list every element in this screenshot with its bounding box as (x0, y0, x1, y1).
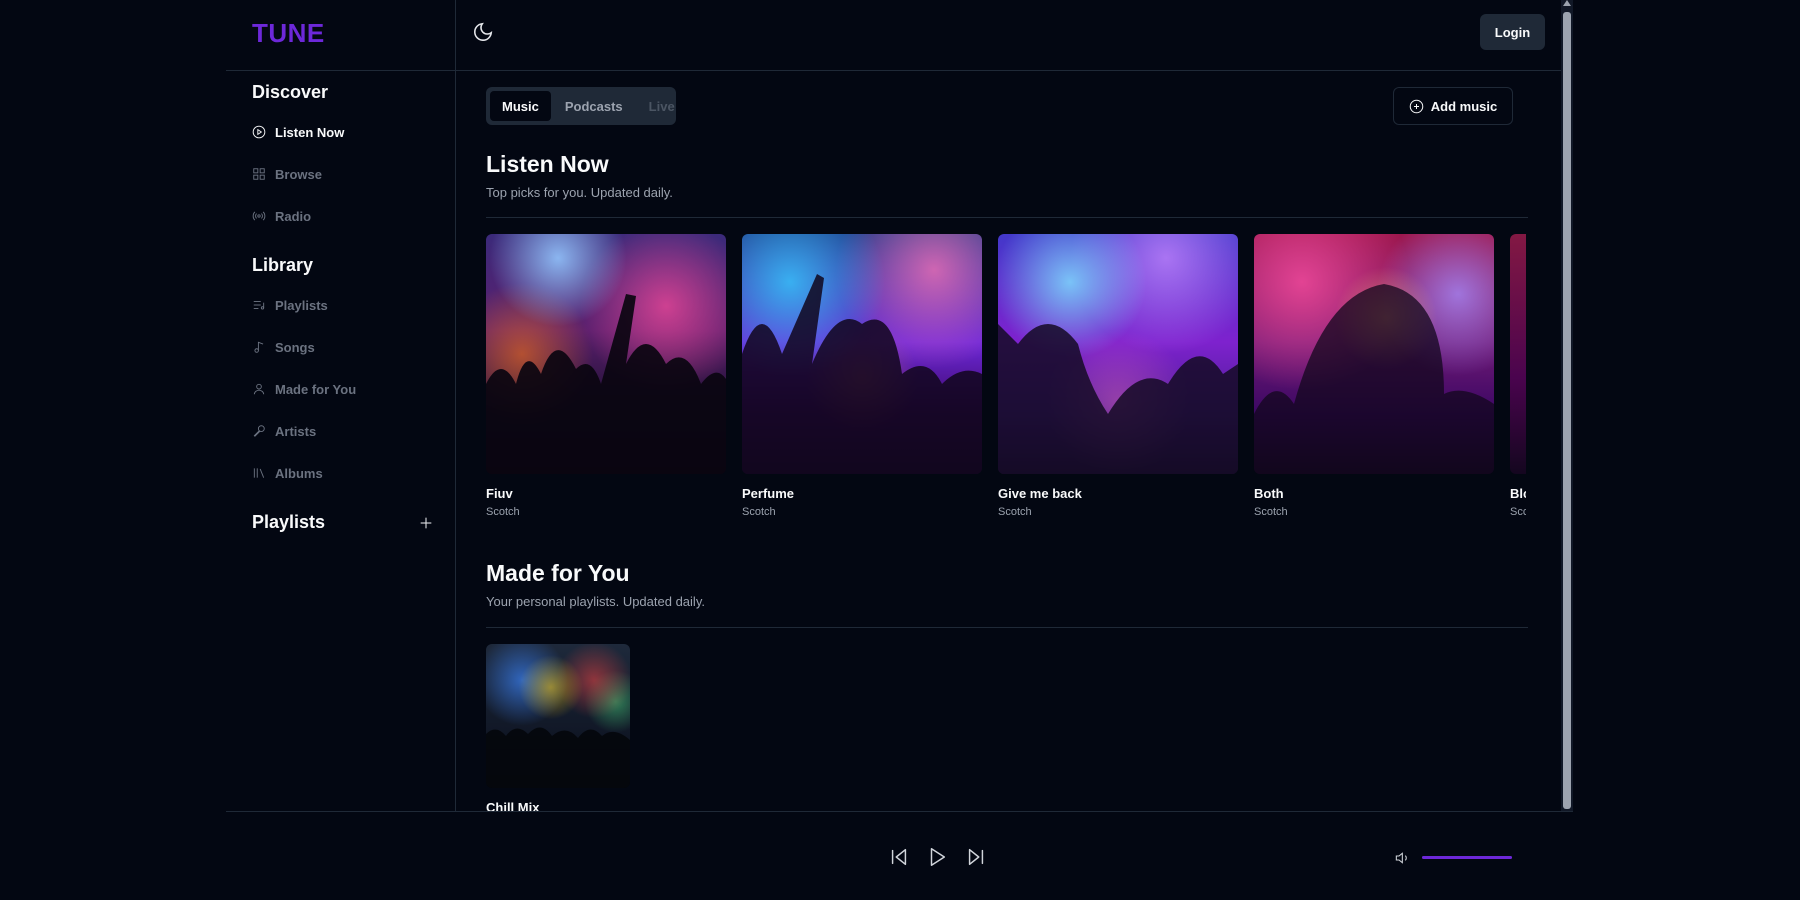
volume-slider-fill (1422, 856, 1512, 859)
album-title: Fiuv (486, 486, 513, 501)
crowd-silhouette (742, 274, 982, 474)
section-heading-listen-now: Listen Now (486, 151, 609, 177)
playlist-card[interactable]: Chill Mix (486, 644, 630, 811)
album-card[interactable]: Give me back Scotch (998, 234, 1238, 518)
section-title-library: Library (252, 255, 314, 275)
album-cover (1254, 234, 1494, 474)
album-title: Blc (1510, 486, 1526, 501)
divider (486, 217, 1528, 218)
crowd-silhouette (1254, 284, 1494, 474)
section-subtitle-made-for-you: Your personal playlists. Updated daily. (486, 594, 705, 609)
album-artist: Scc (1510, 506, 1526, 518)
add-music-label: Add music (1430, 98, 1498, 114)
library-icon (253, 468, 265, 478)
radio-icon (252, 211, 266, 221)
sidebar-item-label: Albums (275, 465, 323, 481)
album-cover (486, 234, 726, 474)
scroll-up-icon[interactable] (1563, 0, 1571, 6)
album-card[interactable]: Fiuv Scotch (486, 234, 726, 518)
volume-icon-glyph (1395, 852, 1407, 864)
user-icon (253, 383, 265, 395)
album-artist: Scotch (998, 506, 1032, 518)
sidebar-item-label: Radio (275, 208, 312, 224)
album-card[interactable]: Both Scotch (1254, 234, 1494, 518)
crowd-silhouette (998, 324, 1238, 474)
sidebar-item-label: Made for You (275, 381, 357, 397)
tab-live: Live (648, 98, 675, 114)
crowd-silhouette (486, 294, 726, 474)
add-playlist-button[interactable] (416, 513, 436, 533)
sidebar-item-label: Artists (275, 423, 317, 439)
album-title: Both (1254, 486, 1284, 501)
sidebar-item-songs[interactable]: Songs (252, 336, 315, 358)
sidebar-item-label: Browse (275, 166, 322, 182)
app-logo[interactable]: TUNE (252, 18, 325, 49)
play-button[interactable] (926, 846, 948, 868)
skip-forward-icon (968, 848, 984, 866)
plus-circle-icon (1409, 99, 1424, 113)
scrollbar-thumb[interactable] (1563, 12, 1571, 809)
album-cover (1510, 234, 1526, 474)
tab-podcasts[interactable]: Podcasts (553, 91, 635, 121)
section-subtitle-listen-now: Top picks for you. Updated daily. (486, 185, 673, 200)
album-title: Perfume (742, 486, 795, 501)
tab-music[interactable]: Music (490, 91, 551, 121)
skip-forward-button[interactable] (965, 846, 987, 868)
skip-back-button[interactable] (888, 846, 910, 868)
theme-toggle-button[interactable] (472, 21, 494, 43)
plus-icon (420, 517, 432, 529)
list-music-icon (253, 301, 265, 310)
sidebar-item-playlists[interactable]: Playlists (252, 294, 328, 316)
album-artist: Scotch (742, 506, 776, 518)
top-bar: Login (456, 0, 1573, 71)
album-cover (742, 234, 982, 474)
divider (226, 70, 456, 71)
play-circle-icon (252, 125, 266, 139)
crowd-silhouette (486, 727, 630, 788)
sidebar-item-albums[interactable]: Albums (252, 462, 323, 484)
playlist-cover (486, 644, 630, 788)
section-title-playlists: Playlists (252, 512, 326, 532)
album-artist: Scotch (486, 506, 520, 518)
microphone-icon (253, 425, 265, 437)
album-card[interactable]: Perfume Scotch (742, 234, 982, 518)
divider (226, 811, 1573, 812)
volume-slider[interactable] (1422, 856, 1512, 859)
music-note-icon (254, 341, 264, 353)
volume-icon[interactable] (1395, 850, 1411, 866)
sidebar-item-artists[interactable]: Artists (252, 420, 316, 442)
skip-back-icon (891, 848, 907, 866)
album-title: Give me back (998, 486, 1082, 501)
section-heading-made-for-you: Made for You (486, 560, 630, 586)
sidebar-item-label: Listen Now (275, 124, 345, 140)
sidebar-item-label: Songs (275, 339, 315, 355)
playlist-title: Chill Mix (486, 800, 540, 811)
album-card[interactable]: Blc Scc (1510, 234, 1526, 518)
album-cover (998, 234, 1238, 474)
album-artist: Scotch (1254, 506, 1288, 518)
main-content: Music Podcasts Live Add music Listen Now… (456, 71, 1561, 811)
app-window: TUNE Discover Listen Now Browse Radio Li… (226, 0, 1573, 811)
login-button[interactable]: Login (1480, 14, 1545, 50)
play-icon (930, 848, 946, 866)
sidebar-item-radio[interactable]: Radio (252, 205, 311, 227)
section-title-discover: Discover (252, 82, 329, 102)
sidebar-item-made-for-you[interactable]: Made for You (252, 378, 356, 400)
grid-icon (253, 168, 265, 180)
sidebar-item-label: Playlists (275, 297, 328, 313)
sidebar: TUNE Discover Listen Now Browse Radio Li… (226, 0, 456, 811)
vertical-scrollbar[interactable] (1561, 0, 1573, 811)
add-music-button[interactable]: Add music (1393, 87, 1513, 125)
sidebar-item-browse[interactable]: Browse (252, 163, 322, 185)
divider (486, 627, 1528, 628)
tab-list: Music Podcasts Live (486, 87, 676, 125)
moon-icon (474, 22, 493, 41)
sidebar-item-listen-now[interactable]: Listen Now (252, 121, 344, 143)
